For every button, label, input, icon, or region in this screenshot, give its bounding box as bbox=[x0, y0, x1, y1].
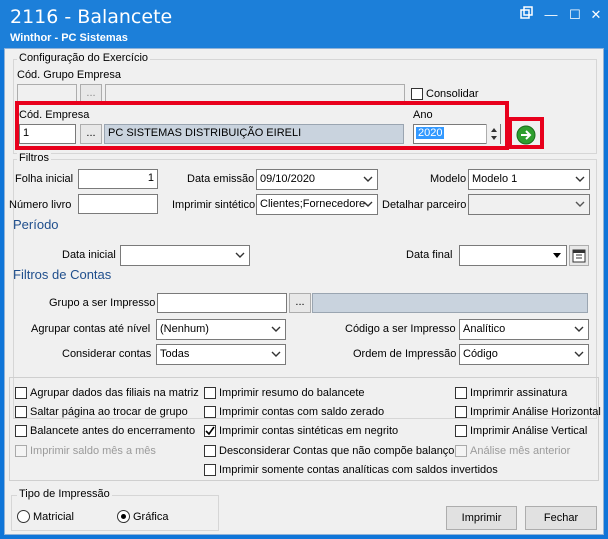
option-checkbox-5[interactable] bbox=[204, 406, 216, 418]
window-subtitle: Winthor - PC Sistemas bbox=[10, 32, 128, 44]
folha-inicial-input[interactable]: 1 bbox=[78, 169, 158, 189]
periodo-title: Período bbox=[13, 217, 59, 232]
ordem-impressao-select[interactable]: Código bbox=[459, 344, 589, 365]
cod-grupo-label: Cód. Grupo Empresa bbox=[17, 69, 121, 81]
tipo-impressao-title: Tipo de Impressão bbox=[17, 488, 112, 500]
option-checkbox-8[interactable] bbox=[204, 464, 216, 476]
option-checkbox-4[interactable] bbox=[204, 387, 216, 399]
caret-down-icon bbox=[553, 253, 561, 258]
consolidar-checkbox[interactable] bbox=[411, 88, 423, 100]
matricial-label: Matricial bbox=[33, 511, 74, 523]
modelo-value: Modelo 1 bbox=[472, 173, 518, 185]
option-checkbox-2[interactable] bbox=[15, 425, 27, 437]
go-button-highlight bbox=[508, 117, 544, 149]
close-button[interactable]: ✕ bbox=[585, 6, 607, 24]
app-window: 2116 - Balancete Winthor - PC Sistemas —… bbox=[0, 0, 608, 539]
grupo-name-display bbox=[312, 293, 588, 313]
option-checkbox-6[interactable] bbox=[204, 425, 216, 437]
numero-livro-input[interactable] bbox=[78, 194, 158, 214]
option-label-7: Desconsiderar Contas que não compõe bala… bbox=[219, 445, 455, 457]
option-checkbox-3[interactable] bbox=[15, 445, 27, 457]
codigo-impresso-value: Analítico bbox=[463, 323, 506, 335]
chevron-down-icon bbox=[574, 351, 584, 357]
chevron-down-icon bbox=[271, 326, 281, 332]
agrupar-nivel-select[interactable]: (Nenhum) bbox=[156, 319, 286, 340]
grupo-impresso-input[interactable] bbox=[157, 293, 287, 313]
option-label-1: Saltar página ao trocar de grupo bbox=[30, 406, 188, 418]
option-checkbox-7[interactable] bbox=[204, 445, 216, 457]
detalhar-parceiro-select[interactable] bbox=[468, 194, 590, 215]
ordem-impressao-label: Ordem de Impressão bbox=[353, 348, 457, 360]
window-title: 2116 - Balancete bbox=[10, 6, 173, 28]
option-label-6: Imprimir contas sintéticas em negrito bbox=[219, 425, 399, 437]
chevron-down-icon bbox=[271, 351, 281, 357]
maximize-button[interactable]: ☐ bbox=[564, 6, 586, 24]
imprimir-sintetico-select[interactable]: Clientes;Fornecedore bbox=[256, 194, 378, 215]
numero-livro-label: Número livro bbox=[9, 199, 72, 211]
option-label-5: Imprimir contas com saldo zerado bbox=[219, 406, 385, 418]
considerar-contas-value: Todas bbox=[160, 348, 190, 360]
chevron-down-icon bbox=[575, 176, 585, 182]
option-label-4: Imprimir resumo do balancete bbox=[219, 387, 365, 399]
title-bar: 2116 - Balancete Winthor - PC Sistemas —… bbox=[0, 0, 608, 50]
option-label-8: Imprimir somente contas analíticas com s… bbox=[219, 464, 498, 476]
option-checkbox-11[interactable] bbox=[455, 425, 467, 437]
option-checkbox-12[interactable] bbox=[455, 445, 467, 457]
grafica-radio[interactable] bbox=[117, 510, 130, 523]
codigo-impresso-label: Código a ser Impresso bbox=[345, 323, 456, 335]
grafica-label: Gráfica bbox=[133, 511, 169, 523]
filtros-contas-title: Filtros de Contas bbox=[13, 267, 112, 282]
consolidar-label: Consolidar bbox=[426, 88, 479, 100]
modelo-label: Modelo bbox=[430, 173, 467, 185]
chevron-down-icon bbox=[363, 176, 373, 182]
ordem-impressao-value: Código bbox=[463, 348, 498, 360]
data-emissao-value: 09/10/2020 bbox=[260, 173, 316, 185]
grupo-impresso-label: Grupo a ser Impresso bbox=[49, 297, 156, 309]
option-label-9: Imprimrir assinatura bbox=[470, 387, 568, 399]
imprimir-sintetico-label: Imprimir sintético bbox=[172, 199, 256, 211]
grupo-impresso-search-button[interactable]: ... bbox=[289, 293, 311, 313]
data-emissao-select[interactable]: 09/10/2020 bbox=[256, 169, 378, 190]
data-emissao-label: Data emissão bbox=[187, 173, 255, 185]
chevron-down-icon bbox=[363, 201, 373, 207]
considerar-contas-select[interactable]: Todas bbox=[156, 344, 286, 365]
option-label-3: Imprimir saldo mês a mês bbox=[30, 445, 156, 457]
option-label-0: Agrupar dados das filiais na matriz bbox=[30, 387, 199, 399]
option-label-12: Análise mês anterior bbox=[470, 445, 571, 457]
considerar-contas-label: Considerar contas bbox=[62, 348, 152, 360]
form-body: Configuração do Exercício Cód. Grupo Emp… bbox=[4, 48, 604, 535]
agrupar-nivel-label: Agrupar contas até nível bbox=[31, 323, 151, 335]
option-checkbox-1[interactable] bbox=[15, 406, 27, 418]
filtros-group-title: Filtros bbox=[17, 152, 51, 164]
data-final-select[interactable] bbox=[459, 245, 567, 266]
option-label-11: Imprimir Análise Vertical bbox=[470, 425, 588, 437]
chevron-down-icon bbox=[574, 326, 584, 332]
detalhar-parceiro-label: Detalhar parceiro bbox=[382, 199, 467, 211]
folha-inicial-label: Folha inicial bbox=[15, 173, 74, 185]
agrupar-nivel-value: (Nenhum) bbox=[160, 323, 209, 335]
minimize-button[interactable]: — bbox=[540, 6, 562, 24]
fechar-button[interactable]: Fechar bbox=[525, 506, 597, 530]
option-label-2: Balancete antes do encerramento bbox=[30, 425, 196, 437]
data-inicial-select[interactable] bbox=[120, 245, 250, 266]
chevron-down-icon bbox=[575, 201, 585, 207]
imprimir-sintetico-value: Clientes;Fornecedore bbox=[260, 198, 366, 210]
empresa-highlight bbox=[15, 101, 509, 150]
data-final-label: Data final bbox=[406, 249, 453, 261]
config-group-title: Configuração do Exercício bbox=[17, 52, 151, 64]
calendar-icon[interactable] bbox=[569, 245, 589, 266]
option-checkbox-10[interactable] bbox=[455, 406, 467, 418]
option-checkbox-0[interactable] bbox=[15, 387, 27, 399]
chevron-down-icon bbox=[235, 252, 245, 258]
imprimir-button[interactable]: Imprimir bbox=[446, 506, 517, 530]
option-label-10: Imprimir Análise Horizontal bbox=[470, 406, 601, 418]
checkmark-icon bbox=[205, 426, 215, 436]
option-checkbox-9[interactable] bbox=[455, 387, 467, 399]
matricial-radio[interactable] bbox=[17, 510, 30, 523]
restore-icon[interactable] bbox=[516, 6, 538, 24]
modelo-select[interactable]: Modelo 1 bbox=[468, 169, 590, 190]
data-inicial-label: Data inicial bbox=[62, 249, 116, 261]
codigo-impresso-select[interactable]: Analítico bbox=[459, 319, 589, 340]
